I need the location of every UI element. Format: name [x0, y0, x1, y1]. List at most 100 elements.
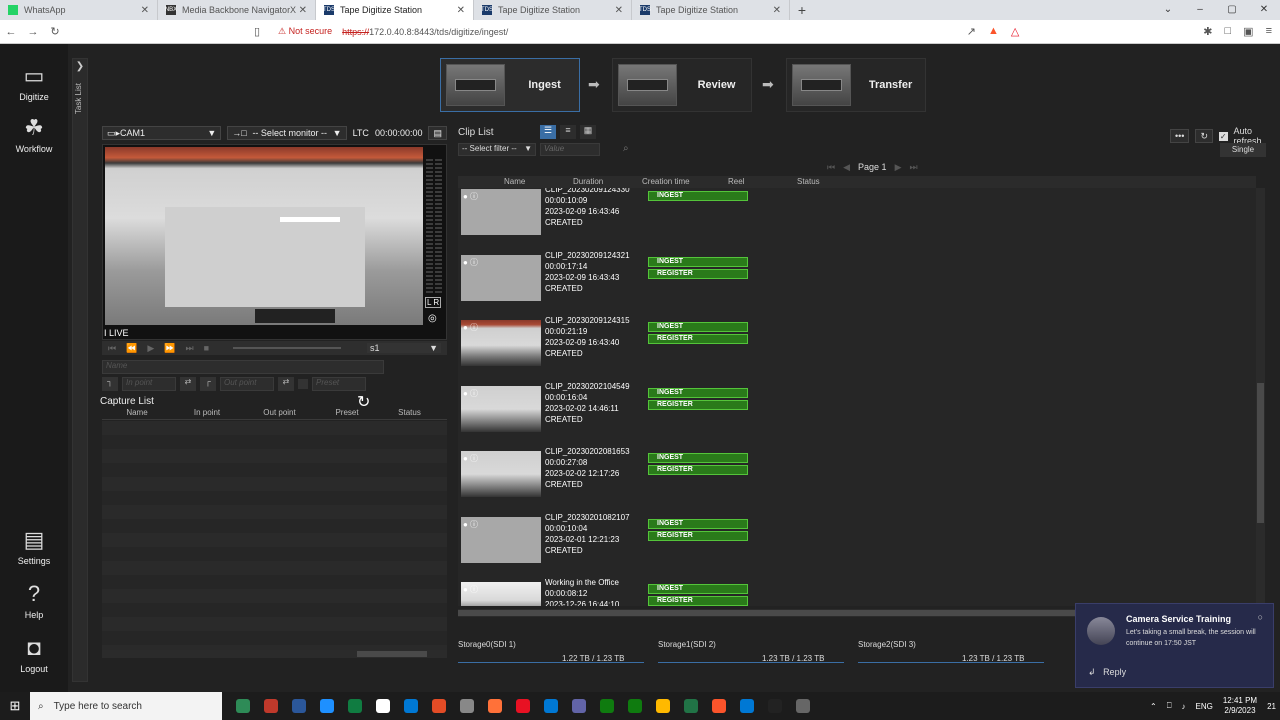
taskbar-app-icon[interactable]: [544, 699, 558, 713]
taskbar-app-icon[interactable]: [376, 699, 390, 713]
filter-select[interactable]: -- Select filter -- ▼: [458, 143, 536, 156]
sidebar-item-settings[interactable]: ▤ Settings: [0, 528, 68, 567]
back-icon[interactable]: ←: [0, 26, 22, 38]
taskbar-app-icon[interactable]: [264, 699, 278, 713]
more-icon[interactable]: •••: [1170, 129, 1190, 143]
workflow-step-ingest[interactable]: Ingest: [440, 58, 580, 112]
in-point-input[interactable]: In point: [122, 377, 176, 391]
minimize-icon[interactable]: –: [1184, 0, 1216, 20]
column-out-point[interactable]: Out point: [242, 408, 317, 419]
column-name[interactable]: Name: [102, 408, 172, 419]
column-creation-time[interactable]: Creation time: [642, 177, 690, 186]
workflow-step-transfer[interactable]: Transfer: [786, 58, 926, 112]
not-secure-warning[interactable]: ⚠ Not secure: [278, 26, 332, 37]
first-page-icon[interactable]: ⏮: [827, 162, 835, 173]
close-tab-icon[interactable]: ✕: [773, 5, 781, 16]
column-status[interactable]: Status: [377, 408, 442, 419]
view-grid-icon[interactable]: ▦: [580, 125, 596, 139]
clip-row[interactable]: ● ⓘ CLIP_20230201082107 00:00:10:04 2023-02…: [458, 510, 1256, 575]
forward-end-icon[interactable]: ⏭: [185, 343, 193, 354]
monitor-select[interactable]: →□ -- Select monitor -- ▼: [227, 126, 347, 140]
microphone-icon[interactable]: ⎕: [1167, 701, 1172, 711]
view-detail-icon[interactable]: ☰: [540, 125, 556, 139]
play-icon[interactable]: ▶: [147, 343, 154, 354]
auto-refresh-checkbox[interactable]: ✓: [1219, 131, 1228, 141]
preset-select[interactable]: s1 ▼: [367, 343, 441, 353]
filter-value-input[interactable]: Value: [540, 143, 600, 156]
rewind-icon[interactable]: ⏪: [126, 343, 137, 354]
info-icon[interactable]: ● ⓘ: [463, 388, 478, 399]
rewards-icon[interactable]: △: [1011, 25, 1019, 38]
taskbar-app-icon[interactable]: [796, 699, 810, 713]
search-icon[interactable]: ⌕: [623, 143, 629, 154]
workflow-step-review[interactable]: Review: [612, 58, 752, 112]
windows-start-icon[interactable]: ⊞: [0, 698, 30, 714]
preset-checkbox[interactable]: [298, 379, 308, 389]
column-reel[interactable]: Reel: [728, 177, 744, 186]
restore-icon[interactable]: ▢: [1216, 0, 1248, 20]
url-text[interactable]: https://172.0.40.8:8443/tds/digitize/ing…: [342, 27, 508, 37]
info-icon[interactable]: ● ⓘ: [463, 191, 478, 202]
taskbar-app-icon[interactable]: [432, 699, 446, 713]
notification-count-badge[interactable]: 21: [1267, 702, 1276, 711]
share-icon[interactable]: ↗: [967, 25, 976, 38]
sidebar-item-logout[interactable]: ◘ Logout: [0, 636, 68, 675]
fast-forward-icon[interactable]: ⏩: [164, 343, 175, 354]
single-button[interactable]: Single: [1220, 143, 1266, 157]
info-icon[interactable]: ● ⓘ: [463, 519, 478, 530]
language-indicator[interactable]: ENG: [1196, 702, 1213, 711]
info-icon[interactable]: ● ⓘ: [463, 584, 478, 595]
stop-icon[interactable]: ■: [204, 343, 209, 353]
reload-icon[interactable]: ↻: [44, 25, 66, 38]
taskbar-app-icon[interactable]: [488, 699, 502, 713]
new-tab-icon[interactable]: +: [790, 0, 814, 20]
teams-notification[interactable]: Camera Service Training Let's taking a s…: [1075, 603, 1274, 688]
sidebar-item-workflow[interactable]: ☘ Workflow: [0, 116, 68, 155]
taskbar-app-icon[interactable]: [684, 699, 698, 713]
wallet-icon[interactable]: ▣: [1243, 25, 1253, 38]
preset-input[interactable]: Preset: [312, 377, 366, 391]
taskbar-app-icon[interactable]: [600, 699, 614, 713]
taskbar-app-icon[interactable]: [712, 699, 726, 713]
compass-icon[interactable]: ◎: [428, 313, 437, 324]
taskbar-app-icon[interactable]: [292, 699, 306, 713]
column-in-point[interactable]: In point: [172, 408, 242, 419]
taskbar-app-icon[interactable]: [572, 699, 586, 713]
column-name[interactable]: Name: [504, 177, 525, 186]
go-in-point-icon[interactable]: ⇄: [180, 377, 196, 391]
sidebar-icon[interactable]: □: [1225, 25, 1232, 38]
forward-icon[interactable]: →: [22, 26, 44, 38]
info-icon[interactable]: ● ⓘ: [463, 322, 478, 333]
info-icon[interactable]: ● ⓘ: [463, 257, 478, 268]
clip-row[interactable]: ● ⓘ CLIP_20230209124315 00:00:21:19 2023-02…: [458, 313, 1256, 378]
taskbar-app-icon[interactable]: [348, 699, 362, 713]
close-tab-icon[interactable]: ✕: [141, 5, 149, 16]
rewind-start-icon[interactable]: ⏮: [108, 343, 116, 354]
taskbar-app-icon[interactable]: [740, 699, 754, 713]
briefcase-icon[interactable]: ▤: [428, 126, 447, 140]
clip-row[interactable]: ● ⓘ CLIP_20230209124321 00:00:17:14 2023-02…: [458, 248, 1256, 313]
sidebar-item-help[interactable]: ? Help: [0, 582, 68, 621]
refresh-icon[interactable]: ↻: [1195, 129, 1213, 143]
clip-row[interactable]: ● ⓘ CLIP_20230202081653 00:00:27:08 2023-02…: [458, 444, 1256, 509]
close-window-icon[interactable]: ✕: [1248, 0, 1280, 20]
close-tab-icon[interactable]: ✕: [615, 5, 623, 16]
browser-tab[interactable]: TDS Tape Digitize Station ✕: [316, 0, 474, 20]
playback-slider[interactable]: [233, 347, 342, 349]
prev-page-icon[interactable]: ◀: [843, 162, 850, 173]
close-tab-icon[interactable]: ✕: [457, 5, 465, 16]
clip-row[interactable]: ● ⓘ CLIP_20230202104549 00:00:16:04 2023-02…: [458, 379, 1256, 444]
taskbar-search[interactable]: ⌕ Type here to search: [30, 692, 222, 720]
next-page-icon[interactable]: ▶: [895, 162, 902, 173]
scroll-thumb[interactable]: [357, 651, 427, 657]
close-tab-icon[interactable]: ✕: [299, 5, 307, 16]
taskbar-app-icon[interactable]: [516, 699, 530, 713]
clip-list-vscroll[interactable]: [1256, 188, 1265, 606]
browser-tab[interactable]: TDS Tape Digitize Station ✕: [632, 0, 790, 20]
menu-icon[interactable]: ≡: [1266, 25, 1272, 38]
address-bar[interactable]: ← → ↻ ▯ ⚠ Not secure https://172.0.40.8:…: [0, 20, 1280, 44]
taskbar-app-icon[interactable]: [320, 699, 334, 713]
browser-tab[interactable]: TDS Tape Digitize Station ✕: [474, 0, 632, 20]
volume-icon[interactable]: ♪: [1182, 702, 1186, 711]
last-page-icon[interactable]: ⏭: [909, 162, 917, 173]
